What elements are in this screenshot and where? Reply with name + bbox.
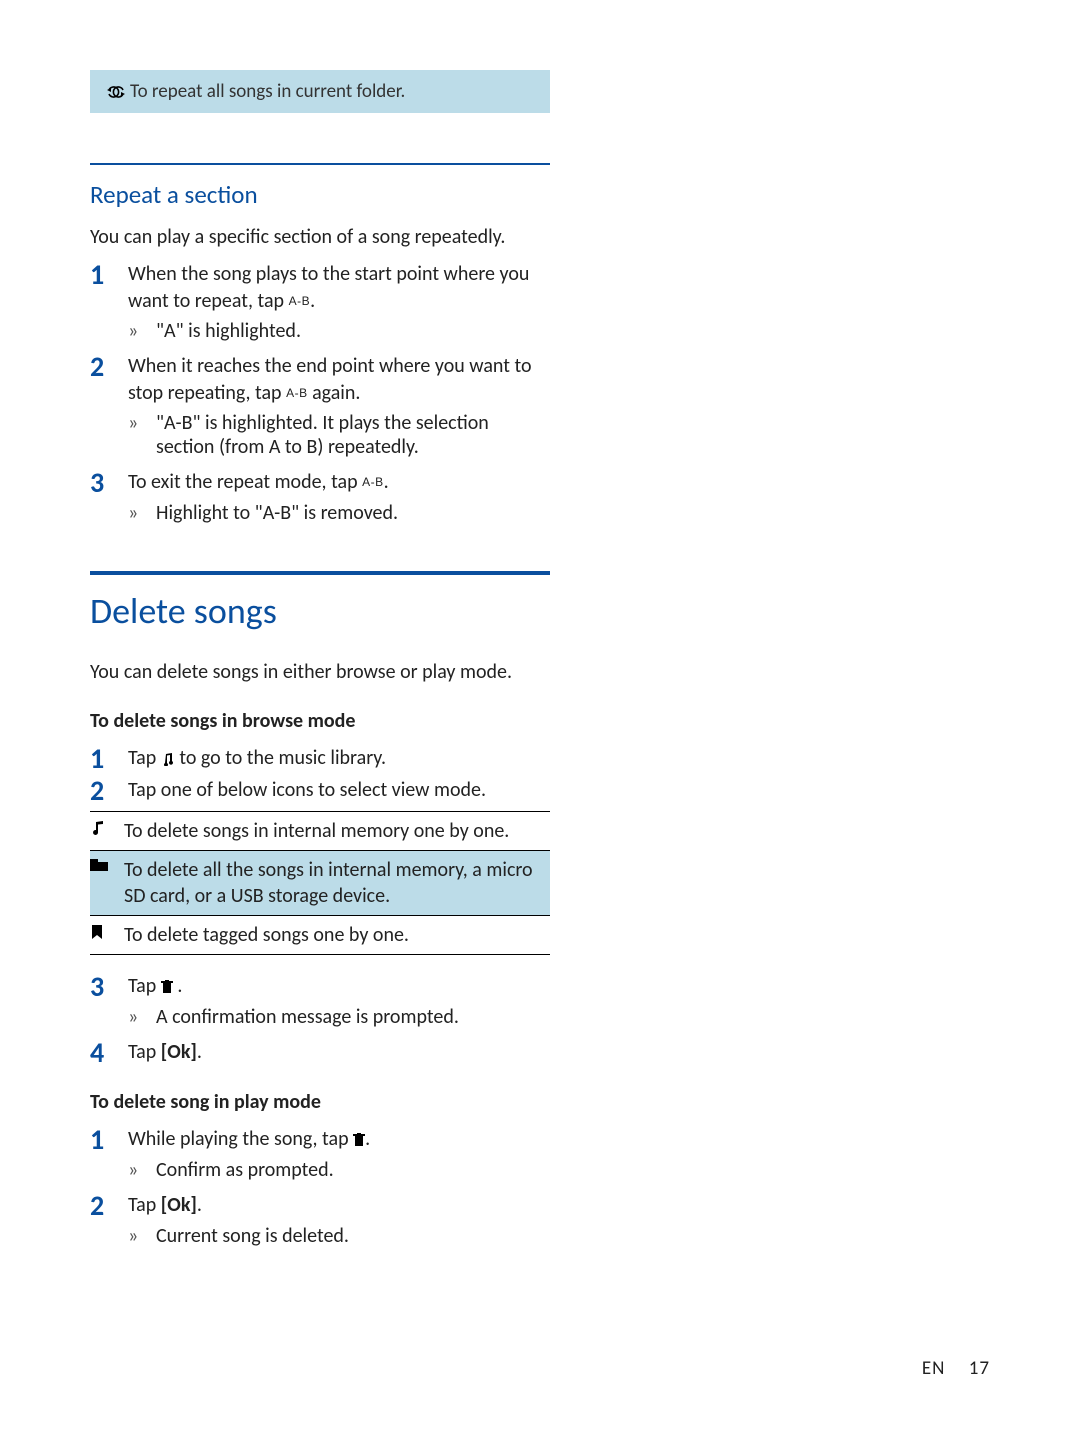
- step-text: To exit the repeat mode, tap A-B.: [128, 469, 550, 497]
- step-number: 1: [90, 261, 128, 315]
- table-row: To delete tagged songs one by one.: [90, 916, 550, 954]
- repeat-folder-callout: To repeat all songs in current folder.: [90, 70, 550, 113]
- repeat-section-intro: You can play a specific section of a son…: [90, 224, 550, 251]
- result-arrow-icon: »: [128, 319, 156, 343]
- repeat-step-1: 1 When the song plays to the start point…: [90, 261, 550, 315]
- footer-lang: EN: [922, 1357, 946, 1380]
- step-number: 3: [90, 469, 128, 497]
- delete-browse-step-2: 2 Tap one of below icons to select view …: [90, 777, 550, 805]
- repeat-folder-text: To repeat all songs in current folder.: [130, 80, 405, 103]
- section-rule: [90, 163, 550, 165]
- storage-folder-icon: [90, 857, 124, 909]
- delete-play-step-1: 1 While playing the song, tap .: [90, 1126, 550, 1154]
- step-text: Tap .: [128, 973, 550, 1001]
- repeat-step-2-result: » "A-B" is highlighted. It plays the sel…: [90, 411, 550, 459]
- repeat-section-heading: Repeat a section: [90, 179, 550, 210]
- table-row: To delete songs in internal memory one b…: [90, 812, 550, 850]
- ab-icon: A-B: [289, 294, 311, 308]
- music-library-icon: [161, 752, 175, 766]
- step-number: 1: [90, 1126, 128, 1154]
- step-text: When it reaches the end point where you …: [128, 353, 550, 407]
- page-column: To repeat all songs in current folder. R…: [0, 0, 640, 1298]
- ok-label: [Ok]: [161, 1193, 197, 1217]
- delete-play-step-1-result: » Confirm as prompted.: [90, 1158, 550, 1182]
- delete-browse-heading: To delete songs in browse mode: [90, 708, 550, 735]
- step-text: Tap to go to the music library.: [128, 745, 550, 773]
- music-note-icon: [90, 818, 124, 844]
- step-number: 4: [90, 1039, 128, 1067]
- step-text: Tap [Ok].: [128, 1039, 550, 1067]
- table-row: To delete all the songs in internal memo…: [90, 851, 550, 915]
- repeat-icon: [102, 85, 130, 99]
- step-text: Tap one of below icons to select view mo…: [128, 777, 550, 805]
- repeat-step-3-result: » Highlight to "A-B" is removed.: [90, 501, 550, 525]
- step-number: 1: [90, 745, 128, 773]
- step-number: 3: [90, 973, 128, 1001]
- delete-intro: You can delete songs in either browse or…: [90, 659, 550, 686]
- tag-icon: [90, 922, 124, 948]
- delete-browse-step-3: 3 Tap .: [90, 973, 550, 1001]
- ab-icon: A-B: [286, 386, 308, 400]
- step-text: Tap [Ok].: [128, 1192, 550, 1220]
- result-arrow-icon: »: [128, 501, 156, 525]
- result-arrow-icon: »: [128, 1158, 156, 1182]
- page-footer: EN 17: [922, 1357, 990, 1380]
- delete-play-step-2: 2 Tap [Ok].: [90, 1192, 550, 1220]
- repeat-step-3: 3 To exit the repeat mode, tap A-B.: [90, 469, 550, 497]
- delete-play-step-2-result: » Current song is deleted.: [90, 1224, 550, 1248]
- trash-icon: [353, 1133, 365, 1147]
- section-rule: [90, 571, 550, 575]
- repeat-step-1-result: » "A" is highlighted.: [90, 319, 550, 343]
- delete-browse-step-1: 1 Tap to go to the music library.: [90, 745, 550, 773]
- step-number: 2: [90, 353, 128, 407]
- delete-play-heading: To delete song in play mode: [90, 1089, 550, 1116]
- result-arrow-icon: »: [128, 411, 156, 459]
- step-text: When the song plays to the start point w…: [128, 261, 550, 315]
- delete-browse-step-3-result: » A confirmation message is prompted.: [90, 1005, 550, 1029]
- step-text: While playing the song, tap .: [128, 1126, 550, 1154]
- delete-mode-icon-table: To delete songs in internal memory one b…: [90, 811, 550, 955]
- step-number: 2: [90, 1192, 128, 1220]
- footer-page-number: 17: [969, 1357, 990, 1380]
- repeat-step-2: 2 When it reaches the end point where yo…: [90, 353, 550, 407]
- delete-browse-step-4: 4 Tap [Ok].: [90, 1039, 550, 1067]
- ok-label: [Ok]: [161, 1040, 197, 1064]
- result-arrow-icon: »: [128, 1005, 156, 1029]
- trash-icon: [161, 980, 173, 994]
- delete-songs-heading: Delete songs: [90, 589, 550, 633]
- result-arrow-icon: »: [128, 1224, 156, 1248]
- ab-icon: A-B: [362, 475, 384, 489]
- step-number: 2: [90, 777, 128, 805]
